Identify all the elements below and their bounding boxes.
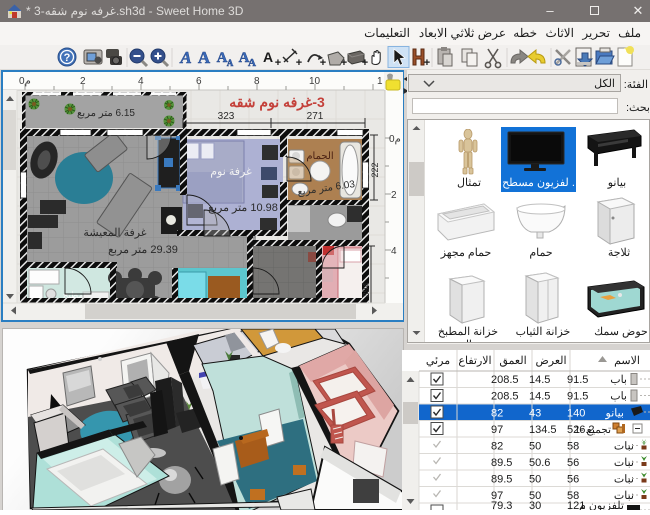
- svg-text:العمق: العمق: [499, 355, 526, 367]
- svg-text:?: ?: [64, 52, 71, 64]
- svg-text:+: +: [424, 57, 430, 69]
- svg-text:89.5: 89.5: [491, 474, 512, 486]
- svg-text:89.5: 89.5: [491, 457, 512, 469]
- svg-text:10.98 متر مربع: 10.98 متر مربع: [208, 202, 278, 214]
- svg-text:208.5: 208.5: [491, 374, 519, 386]
- svg-text:6: 6: [196, 76, 202, 87]
- svg-text:29.39 متر مربع: 29.39 متر مربع: [108, 244, 178, 256]
- svg-text:باب: باب: [610, 391, 627, 403]
- svg-text:1: 1: [377, 76, 383, 87]
- svg-text:14.5: 14.5: [529, 374, 550, 386]
- svg-text:82: 82: [491, 441, 503, 453]
- svg-text:تلفزيون م: تلفزيون م: [579, 500, 624, 510]
- svg-text:208.5: 208.5: [491, 391, 519, 403]
- svg-text:97: 97: [491, 424, 503, 436]
- svg-text:م0: م0: [389, 134, 401, 145]
- svg-text:222: 222: [370, 162, 380, 177]
- svg-text:79.3: 79.3: [491, 500, 512, 510]
- svg-text:الاسم: الاسم: [614, 355, 640, 367]
- svg-text:394: 394: [361, 282, 371, 297]
- svg-text:نبات: نبات: [614, 457, 634, 469]
- svg-text:4: 4: [391, 246, 397, 257]
- svg-text:2: 2: [80, 76, 86, 87]
- svg-text:الارتفاع: الارتفاع: [458, 355, 491, 367]
- svg-text:14.5: 14.5: [529, 391, 550, 403]
- svg-text:43: 43: [529, 408, 541, 420]
- svg-text:50: 50: [529, 441, 541, 453]
- svg-text:نبات: نبات: [614, 441, 634, 453]
- svg-text:323: 323: [218, 111, 235, 122]
- svg-text:بيانو: بيانو: [605, 408, 624, 420]
- svg-text:91.5: 91.5: [567, 374, 588, 386]
- svg-text:غرفة المعيشة: غرفة المعيشة: [83, 227, 146, 239]
- svg-text:271: 271: [307, 111, 324, 122]
- svg-text:+: +: [296, 57, 302, 69]
- svg-text:A: A: [227, 58, 234, 68]
- svg-text:غرفة نوم: غرفة نوم: [210, 166, 252, 178]
- svg-text:50: 50: [529, 474, 541, 486]
- svg-text:+: +: [362, 57, 368, 69]
- svg-text:+: +: [275, 57, 281, 69]
- svg-text:+: +: [341, 57, 347, 69]
- svg-text:50.6: 50.6: [529, 457, 550, 469]
- svg-text:82: 82: [491, 408, 503, 420]
- svg-text:تجميع -1: تجميع -1: [574, 424, 611, 436]
- svg-text:مرئي: مرئي: [426, 355, 450, 367]
- svg-text:نبات: نبات: [614, 474, 634, 486]
- svg-text:134.5: 134.5: [529, 424, 557, 436]
- svg-text:4: 4: [138, 76, 144, 87]
- svg-text:56: 56: [567, 457, 579, 469]
- svg-text:10: 10: [309, 76, 321, 87]
- svg-text:56: 56: [567, 474, 579, 486]
- svg-text:العرض: العرض: [535, 355, 566, 367]
- svg-text:م0: م0: [19, 76, 31, 87]
- svg-text:الحمام: الحمام: [306, 151, 333, 162]
- svg-text:A: A: [179, 48, 191, 67]
- svg-text:6.15 متر مربع: 6.15 متر مربع: [77, 108, 135, 119]
- svg-text:91.5: 91.5: [567, 391, 588, 403]
- svg-text:+: +: [320, 57, 326, 69]
- svg-text:A: A: [248, 57, 256, 69]
- svg-text:3-غرفه نوم شقه: 3-غرفه نوم شقه: [229, 94, 325, 111]
- svg-text:2: 2: [391, 190, 397, 201]
- svg-text:باب: باب: [610, 374, 627, 386]
- svg-text:A: A: [198, 48, 211, 67]
- svg-text:58: 58: [567, 441, 579, 453]
- svg-text:30: 30: [529, 500, 541, 510]
- svg-text:8: 8: [254, 76, 260, 87]
- svg-text:140: 140: [567, 408, 585, 420]
- svg-text:A: A: [263, 49, 273, 65]
